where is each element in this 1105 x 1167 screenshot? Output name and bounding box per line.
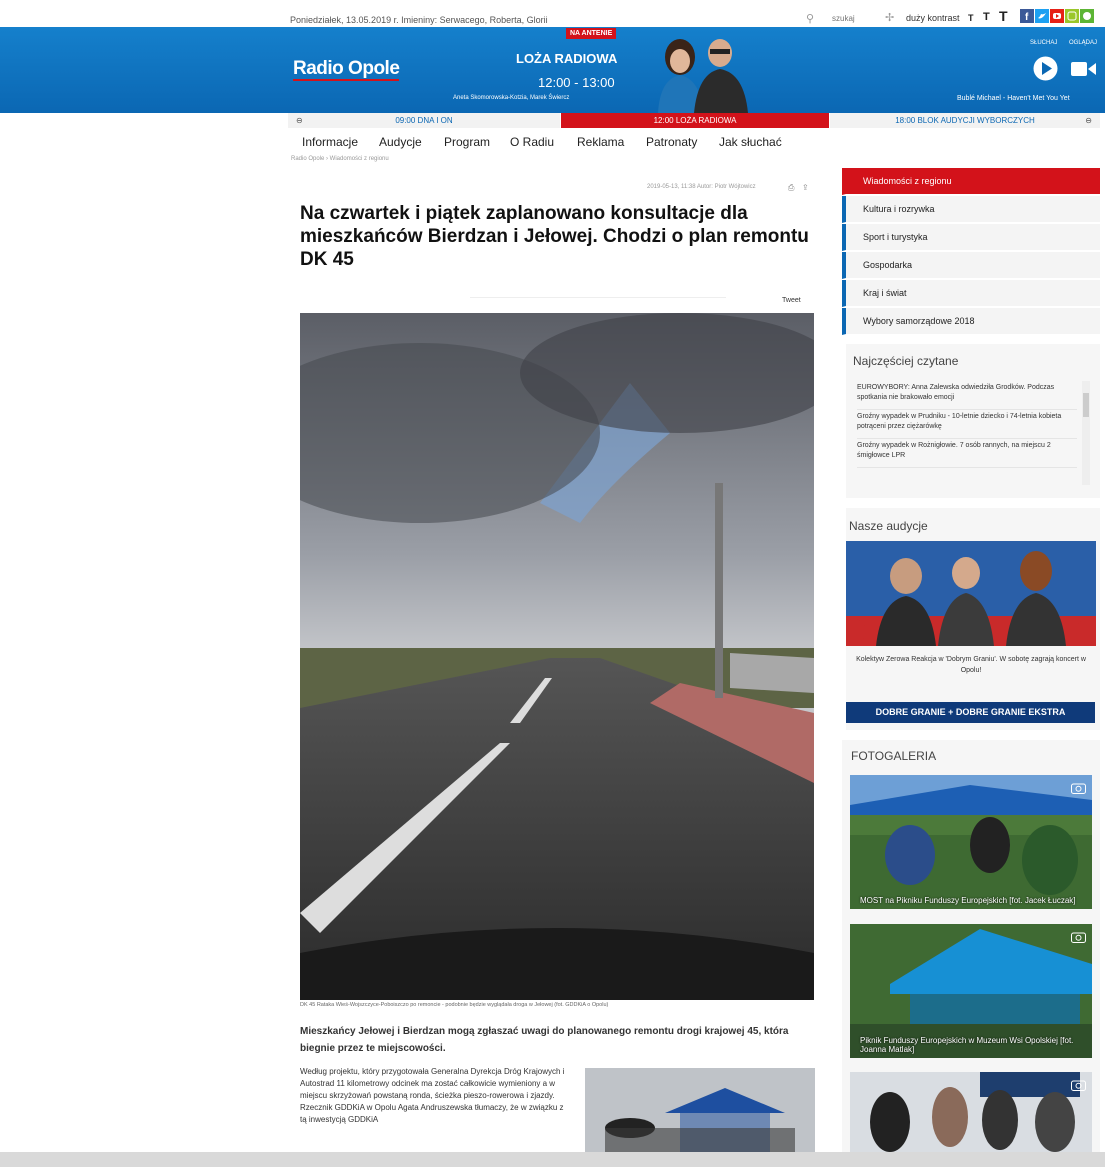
site-logo[interactable]: Radio Opole [293,58,400,81]
popular-title: Najczęściej czytane [853,354,959,368]
sidebar-item-sport[interactable]: Sport i turystyka [842,224,1100,251]
accessibility-icon[interactable]: ✢ [885,11,894,24]
date-imieniny: Poniedziałek, 13.05.2019 r. Imieniny: Se… [290,15,548,25]
text-size-large[interactable]: T [999,8,1008,24]
article-main-photo [300,313,814,1000]
share-icon[interactable]: ⇪ [802,183,809,192]
print-icon[interactable]: ⎙ [788,183,794,193]
menu-item-audycje[interactable]: Audycje [379,135,422,149]
menu-item-patronaty[interactable]: Patronaty [646,135,697,149]
schedule-prev-icon[interactable]: ⊖ [296,113,303,128]
svg-text:f: f [1025,12,1029,23]
article-inline-photo [585,1068,815,1158]
sidebar-item-wybory[interactable]: Wybory samorządowe 2018 [842,308,1100,335]
menu-item-o-radiu[interactable]: O Radiu [510,135,554,149]
audycje-title: Nasze audycje [849,519,928,533]
hosts-photo [658,39,748,113]
article-title: Na czwartek i piątek zaplanowano konsult… [300,203,809,270]
search-icon[interactable]: ⚲ [806,12,814,25]
menu-item-program[interactable]: Program [444,135,490,149]
schedule-next-icon[interactable]: ⊖ [1085,113,1092,128]
audycje-photo[interactable] [846,541,1096,646]
popular-item[interactable]: EUROWYBORY: Anna Zalewska odwiedziła Gro… [857,381,1077,410]
photo-caption: DK 45 Rataka Wieś-Wojszczyce-Poboiszczo … [300,1002,609,1008]
video-camera-icon[interactable] [1070,59,1097,79]
article-body: Według projektu, który przygotowała Gene… [300,1067,565,1124]
current-show-title[interactable]: LOŻA RADIOWA [516,51,617,66]
gallery-photo [850,775,1092,909]
facebook-icon[interactable]: f [1020,9,1034,23]
watch-label[interactable]: OGLĄDAJ [1069,40,1097,46]
listen-label[interactable]: SŁUCHAJ [1030,40,1057,46]
play-icon[interactable] [1032,55,1059,82]
top-bar: Poniedziałek, 13.05.2019 r. Imieniny: Se… [0,0,1105,27]
search-input[interactable] [832,12,874,24]
popular-item[interactable]: Groźny wypadek w Prudniku - 10-letnie dz… [857,410,1077,439]
text-size-medium[interactable]: T [983,11,990,23]
camera-icon [1071,932,1086,943]
audycje-caption: Kolektyw Zerowa Reakcja w 'Dobrym Graniu… [856,656,1086,674]
current-show-time: 12:00 - 13:00 [538,75,615,90]
menu-item-jak-sluchac[interactable]: Jak słuchać [719,135,782,149]
schedule-past[interactable]: ⊖ 09:00 DNA I ON [288,113,560,128]
scrollbar-thumb[interactable] [1083,393,1089,417]
gallery-item[interactable]: Piknik Funduszy Europejskich w Muzeum Ws… [850,924,1092,1058]
spotify-icon[interactable] [1080,9,1094,23]
instagram-icon[interactable] [1065,9,1079,23]
gallery-caption: Piknik Funduszy Europejskich w Muzeum Ws… [860,1036,1074,1054]
divider [470,297,726,298]
sidebar-item-kraj-swiat[interactable]: Kraj i świat [842,280,1100,307]
popular-scrollbar[interactable] [1082,381,1090,485]
schedule-item-label: 09:00 DNA I ON [395,116,453,125]
gallery-photo [850,1072,1092,1152]
youtube-icon[interactable] [1050,9,1064,23]
menu-item-reklama[interactable]: Reklama [577,135,624,149]
article-meta: 2019-05-13, 11:38 Autor: Piotr Wójtowicz [647,184,756,190]
camera-icon [1071,783,1086,794]
schedule-item-label: 18:00 BLOK AUDYCJI WYBORCZYCH [895,116,1035,125]
audycje-button[interactable]: DOBRE GRANIE + DOBRE GRANIE EKSTRA [846,702,1095,723]
sidebar-item-wiadomosci[interactable]: Wiadomości z regionu [842,168,1100,195]
twitter-icon[interactable] [1035,9,1049,23]
schedule-strip: ⊖ 09:00 DNA I ON 12:00 LOŻA RADIOWA 18:0… [288,113,1100,128]
gallery-item[interactable]: MOST na Pikniku Funduszy Europejskich [f… [850,775,1092,909]
sidebar-item-gospodarka[interactable]: Gospodarka [842,252,1100,279]
text-size-small[interactable]: T [968,13,974,23]
camera-icon [1071,1080,1086,1091]
breadcrumb[interactable]: Radio Opole › Wiadomości z regionu [291,156,389,162]
contrast-toggle[interactable]: duży kontrast [906,13,960,23]
schedule-next[interactable]: 18:00 BLOK AUDYCJI WYBORCZYCH ⊖ [830,113,1100,128]
popular-list: EUROWYBORY: Anna Zalewska odwiedziła Gro… [857,381,1077,468]
current-show-hosts: Aneta Skomorowska-Kotzia, Marek Świercz [453,95,570,101]
gallery-title: FOTOGALERIA [851,749,937,763]
tweet-button[interactable]: Tweet [782,297,801,304]
gallery-caption: MOST na Pikniku Funduszy Europejskich [f… [860,896,1076,905]
popular-item[interactable]: Groźny wypadek w Rożnigłowie. 7 osób ran… [857,439,1077,468]
now-playing: Bublé Michael - Haven't Met You Yet [957,95,1070,102]
logo-text: Radio Opole [293,58,400,81]
on-air-badge: NA ANTENIE [566,28,617,39]
schedule-current[interactable]: 12:00 LOŻA RADIOWA [561,113,829,128]
schedule-item-label: 12:00 LOŻA RADIOWA [653,116,737,125]
horizontal-scrollbar[interactable] [0,1152,1105,1167]
gallery-item[interactable] [850,1072,1092,1152]
article-lead: Mieszkańcy Jełowej i Bierdzan mogą zgłas… [300,1026,789,1054]
menu-item-informacje[interactable]: Informacje [302,135,358,149]
sidebar-item-kultura[interactable]: Kultura i rozrywka [842,196,1100,223]
